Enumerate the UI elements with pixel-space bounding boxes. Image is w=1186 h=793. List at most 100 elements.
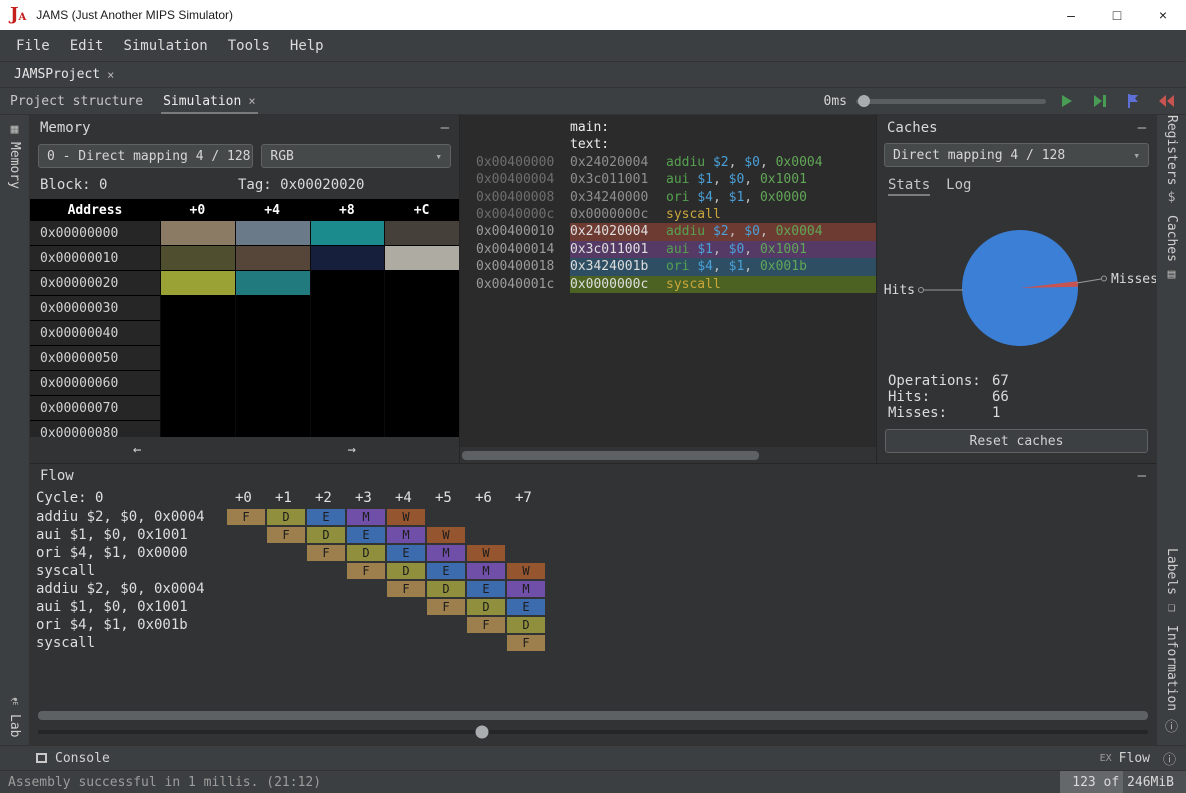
tab-project-structure[interactable]: Project structure (0, 88, 153, 114)
memory-cell[interactable] (311, 221, 385, 246)
memory-cell[interactable] (311, 246, 385, 271)
step-button[interactable] (1088, 89, 1112, 113)
memory-cell[interactable] (311, 296, 385, 321)
memory-cell[interactable] (311, 396, 385, 421)
memory-cell[interactable] (161, 371, 235, 396)
memory-cell[interactable] (385, 396, 459, 421)
tool-button-memory[interactable]: ▦ Memory (7, 115, 22, 189)
tool-button-caches[interactable]: Caches▤ (1164, 215, 1179, 292)
time-label: 0ms (824, 94, 847, 109)
memory-cell[interactable] (385, 321, 459, 346)
misses-leader-line (1077, 279, 1101, 283)
tool-button-information[interactable]: Informationⓘ (1164, 625, 1179, 745)
cache-select[interactable]: 0 - Direct mapping 4 / 128 (38, 144, 253, 168)
menu-edit[interactable]: Edit (60, 38, 114, 54)
assembly-line[interactable]: 0x004000180x3424001bori $4, $1, 0x001b (460, 258, 876, 275)
assembly-line[interactable]: 0x0040000c0x0000000csyscall (460, 206, 876, 223)
project-tab[interactable]: JAMSProject × (4, 62, 124, 87)
menu-tools[interactable]: Tools (218, 38, 280, 54)
close-icon[interactable]: × (248, 94, 255, 108)
flow-stage-d: D (387, 563, 425, 579)
assembly-scrollbar-thumb[interactable] (462, 451, 759, 460)
assembly-line[interactable]: 0x004000040x3c011001aui $1, $0, 0x1001 (460, 171, 876, 188)
minimize-panel-icon[interactable]: — (1138, 120, 1146, 136)
memory-cell[interactable] (311, 421, 385, 437)
memory-cell[interactable] (385, 421, 459, 437)
tool-button-registers[interactable]: Registers$ (1164, 115, 1179, 215)
memory-cell[interactable] (161, 296, 235, 321)
display-mode-select[interactable]: RGB (261, 144, 451, 168)
prev-block-button[interactable]: ← (30, 442, 245, 458)
assembly-line[interactable]: 0x004000100x24020004addiu $2, $0, 0x0004 (460, 223, 876, 240)
memory-cell[interactable] (236, 246, 310, 271)
assembly-line[interactable]: 0x004000140x3c011001aui $1, $0, 0x1001 (460, 241, 876, 258)
flow-scrollbar[interactable] (38, 711, 1148, 720)
minimize-panel-icon[interactable]: — (1138, 468, 1146, 484)
memory-cell[interactable] (311, 371, 385, 396)
memory-cell[interactable] (236, 346, 310, 371)
time-slider[interactable] (856, 99, 1046, 104)
assembly-instruction: 0x3c011001aui $1, $0, 0x1001 (570, 171, 876, 188)
minimize-panel-icon[interactable]: — (441, 120, 449, 136)
cache-config-select[interactable]: Direct mapping 4 / 128 (884, 143, 1149, 167)
flask-icon: ⚗ (11, 694, 19, 709)
minimize-button[interactable]: – (1048, 0, 1094, 30)
run-button[interactable] (1055, 89, 1079, 113)
memory-cell[interactable] (161, 271, 235, 296)
memory-cell[interactable] (311, 346, 385, 371)
flow-stage-cells: F (507, 635, 547, 651)
memory-cell[interactable] (161, 346, 235, 371)
flow-stage-m: M (507, 581, 545, 597)
memory-cell[interactable] (311, 271, 385, 296)
tool-button-lab[interactable]: ⚗ Lab (7, 687, 22, 737)
tab-log[interactable]: Log (946, 172, 971, 198)
close-button[interactable]: × (1140, 0, 1186, 30)
time-slider-thumb[interactable] (858, 95, 870, 107)
menu-help[interactable]: Help (280, 38, 334, 54)
menu-simulation[interactable]: Simulation (113, 38, 217, 54)
flow-toolwindow-button[interactable]: Flow (1119, 751, 1150, 766)
memory-cell[interactable] (161, 396, 235, 421)
cycle-slider[interactable] (38, 730, 1148, 734)
assembly-line[interactable]: 0x0040001c0x0000000csyscall (460, 276, 876, 293)
memory-cell[interactable] (236, 296, 310, 321)
memory-cell[interactable] (236, 271, 310, 296)
memory-cell[interactable] (236, 321, 310, 346)
memory-cell[interactable] (385, 271, 459, 296)
memory-cell[interactable] (236, 396, 310, 421)
memory-cell[interactable] (385, 371, 459, 396)
memory-cell[interactable] (236, 221, 310, 246)
reset-caches-button[interactable]: Reset caches (885, 429, 1148, 453)
next-block-button[interactable]: → (245, 442, 460, 458)
run-to-flag-button[interactable] (1121, 89, 1145, 113)
close-icon[interactable]: × (107, 68, 114, 82)
tab-simulation[interactable]: Simulation × (153, 88, 266, 114)
flow-stage-f: F (467, 617, 505, 633)
reset-button[interactable] (1154, 89, 1178, 113)
memory-cell[interactable] (385, 346, 459, 371)
memory-cell[interactable] (311, 321, 385, 346)
memory-cell[interactable] (385, 221, 459, 246)
assembly-line[interactable]: 0x004000000x24020004addiu $2, $0, 0x0004 (460, 154, 876, 171)
memory-usage-indicator[interactable]: 123 of 246MiB (1060, 771, 1186, 793)
information-icon[interactable]: ⓘ (1163, 749, 1176, 768)
memory-cell[interactable] (236, 371, 310, 396)
memory-cell[interactable] (161, 321, 235, 346)
cycle-slider-thumb[interactable] (476, 726, 489, 739)
memory-cell[interactable] (385, 296, 459, 321)
console-button[interactable]: Console (55, 751, 110, 766)
memory-cell[interactable] (161, 246, 235, 271)
assembly-scrollbar[interactable] (460, 447, 876, 463)
tool-button-label: Caches (1164, 215, 1179, 262)
tab-stats[interactable]: Stats (888, 172, 930, 198)
maximize-button[interactable]: □ (1094, 0, 1140, 30)
assembly-line[interactable]: 0x004000080x34240000ori $4, $1, 0x0000 (460, 189, 876, 206)
memory-cell[interactable] (161, 221, 235, 246)
assembly-instruction: 0x3424001bori $4, $1, 0x001b (570, 258, 876, 275)
memory-cell[interactable] (236, 421, 310, 437)
tool-button-labels[interactable]: Labels❏ (1164, 548, 1179, 625)
memory-cell[interactable] (385, 246, 459, 271)
memory-cell[interactable] (161, 421, 235, 437)
asm-token: $0 (744, 224, 760, 239)
menu-file[interactable]: File (6, 38, 60, 54)
